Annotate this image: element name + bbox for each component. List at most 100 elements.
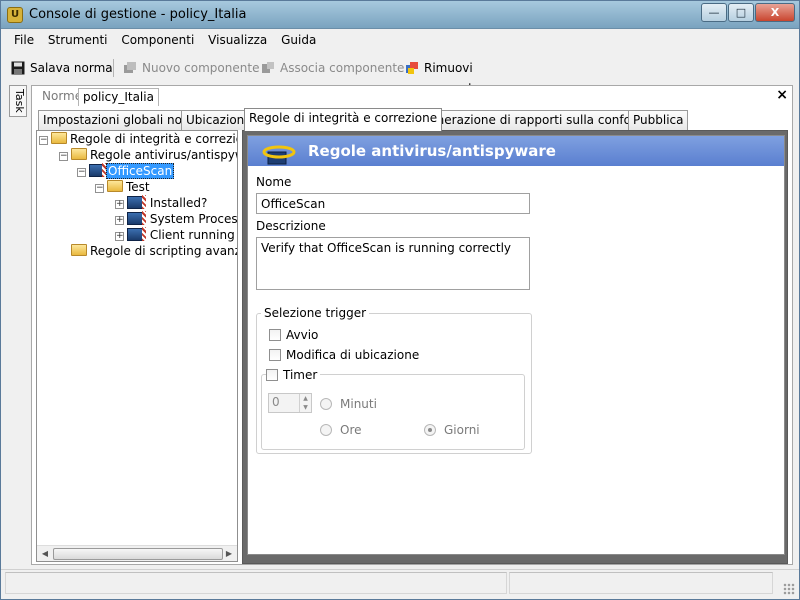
associate-component-label: Associa componente	[280, 61, 405, 75]
save-policy-label: Salava norma	[30, 61, 113, 75]
folder-icon	[71, 244, 87, 256]
description-label: Descrizione	[256, 219, 326, 233]
radio-circle[interactable]	[424, 424, 436, 436]
minimize-button[interactable]: —	[701, 3, 727, 22]
status-cell-main	[5, 572, 507, 594]
timer-value: 0	[272, 395, 280, 409]
scroll-right-icon[interactable]: ▶	[223, 548, 235, 560]
tree-label-installed: Installed?	[149, 196, 208, 210]
save-icon	[11, 61, 25, 75]
timer-checkbox[interactable]: Timer	[266, 368, 321, 382]
hours-label: Ore	[340, 423, 362, 437]
task-side-tab-label: Task	[13, 89, 26, 113]
spin-down-icon[interactable]: ▼	[299, 403, 311, 412]
name-label: Nome	[256, 175, 292, 189]
expand-icon[interactable]: +	[115, 200, 124, 209]
rule-form: Regole antivirus/antispyware Nome Office…	[247, 135, 785, 555]
avvio-checkbox[interactable]: Avvio	[269, 328, 318, 342]
location-change-checkbox[interactable]: Modifica di ubicazione	[269, 348, 419, 362]
expand-icon[interactable]: +	[115, 216, 124, 225]
maximize-button[interactable]: □	[728, 3, 754, 22]
rule-icon	[127, 195, 146, 209]
tree-label-officescan: OfficeScan	[106, 163, 175, 179]
tree-node-installed[interactable]: + Installed?	[115, 195, 207, 211]
timer-group: Timer 0 ▲ ▼ Minuti Ore Giorni	[261, 368, 525, 450]
scroll-left-icon[interactable]: ◀	[39, 548, 51, 560]
resize-grip-icon[interactable]	[783, 583, 795, 595]
scroll-thumb[interactable]	[53, 548, 223, 560]
trigger-group-title: Selezione trigger	[261, 306, 370, 320]
timer-label: Timer	[283, 368, 318, 382]
new-component-label: Nuovo componente	[142, 61, 260, 75]
component-icon	[89, 163, 106, 177]
associate-component-icon	[262, 62, 274, 73]
menu-componenti[interactable]: Componenti	[116, 31, 199, 49]
hours-radio[interactable]: Ore	[320, 423, 362, 437]
tree-label-system: System Proces	[149, 212, 238, 226]
window-title: Console di gestione - policy_Italia	[29, 7, 247, 22]
folder-icon	[51, 132, 67, 144]
days-label: Giorni	[444, 423, 480, 437]
tree-label-antivirus: Regole antivirus/antispywa	[90, 148, 238, 162]
timer-value-stepper[interactable]: 0 ▲ ▼	[268, 393, 312, 413]
radio-circle[interactable]	[320, 398, 332, 410]
collapse-icon[interactable]: −	[77, 168, 86, 177]
location-change-label: Modifica di ubicazione	[286, 348, 420, 362]
name-input[interactable]: OfficeScan	[256, 193, 530, 214]
tree-label-client: Client running	[149, 228, 235, 242]
toolbar-separator	[113, 59, 114, 77]
description-input[interactable]: Verify that OfficeScan is running correc…	[256, 237, 530, 290]
tab-locations[interactable]: Ubicazioni	[181, 110, 253, 130]
title-bar[interactable]: U Console di gestione - policy_Italia — …	[1, 1, 799, 29]
remove-component-button[interactable]: Rimuovi componente	[405, 58, 549, 95]
app-icon: U	[7, 7, 23, 23]
minutes-radio[interactable]: Minuti	[320, 397, 377, 411]
radio-circle[interactable]	[320, 424, 332, 436]
tab-publish[interactable]: Pubblica	[628, 110, 689, 130]
form-header: Regole antivirus/antispyware	[248, 136, 784, 166]
tree-node-officescan[interactable]: − OfficeScan	[77, 163, 175, 179]
antivirus-icon	[262, 145, 296, 165]
main-window: U Console di gestione - policy_Italia — …	[0, 0, 800, 600]
tree-horizontal-scrollbar[interactable]: ◀ ▶	[37, 545, 237, 561]
tab-integrity-rules[interactable]: Regole di integrità e correzione	[244, 108, 443, 131]
days-radio[interactable]: Giorni	[424, 423, 480, 437]
tree-node-scripting[interactable]: Regole di scripting avanzat	[71, 243, 237, 259]
status-bar	[1, 569, 799, 599]
rule-editor-area: Regole antivirus/antispyware Nome Office…	[242, 130, 788, 564]
spin-up-icon[interactable]: ▲	[299, 394, 311, 403]
avvio-label: Avvio	[286, 328, 319, 342]
panel-close-icon[interactable]: ×	[776, 87, 788, 103]
collapse-icon[interactable]: −	[39, 136, 48, 145]
toolbar: Salava norma Nuovo componente Associa co…	[9, 57, 549, 95]
tree-node-system[interactable]: + System Proces	[115, 211, 238, 227]
rules-tree: −Regole di integrità e correzione −Regol…	[36, 130, 238, 562]
collapse-icon[interactable]: −	[95, 184, 104, 193]
menu-strumenti[interactable]: Strumenti	[43, 31, 113, 49]
menu-file[interactable]: File	[9, 31, 39, 49]
rule-icon	[127, 227, 146, 241]
tree-node-client[interactable]: + Client running	[115, 227, 235, 243]
checkbox-box[interactable]	[266, 369, 278, 381]
tree-node-root[interactable]: − Regole di integrità e correzione	[39, 131, 237, 147]
new-component-button[interactable]: Nuovo componente	[123, 58, 259, 78]
associate-component-button[interactable]: Associa componente	[261, 58, 404, 78]
form-title: Regole antivirus/antispyware	[308, 142, 556, 160]
task-side-tab[interactable]: Task	[9, 85, 27, 117]
menu-visualizza[interactable]: Visualizza	[203, 31, 272, 49]
checkbox-box[interactable]	[269, 349, 281, 361]
expand-icon[interactable]: +	[115, 232, 124, 241]
trigger-group: Selezione trigger Avvio Modifica di ubic…	[256, 306, 532, 454]
close-button[interactable]: X	[755, 3, 795, 22]
doc-tab-policy[interactable]: policy_Italia	[78, 88, 159, 106]
folder-icon	[71, 148, 87, 160]
save-policy-button[interactable]: Salava norma	[11, 58, 113, 78]
rule-icon	[127, 211, 146, 225]
tree-node-test[interactable]: − Test	[95, 179, 150, 195]
menu-guida[interactable]: Guida	[276, 31, 321, 49]
menu-bar: File Strumenti Componenti Visualizza Gui…	[9, 31, 321, 51]
checkbox-box[interactable]	[269, 329, 281, 341]
tree-node-antivirus[interactable]: − Regole antivirus/antispywa	[59, 147, 238, 163]
new-component-icon	[124, 62, 136, 73]
collapse-icon[interactable]: −	[59, 152, 68, 161]
